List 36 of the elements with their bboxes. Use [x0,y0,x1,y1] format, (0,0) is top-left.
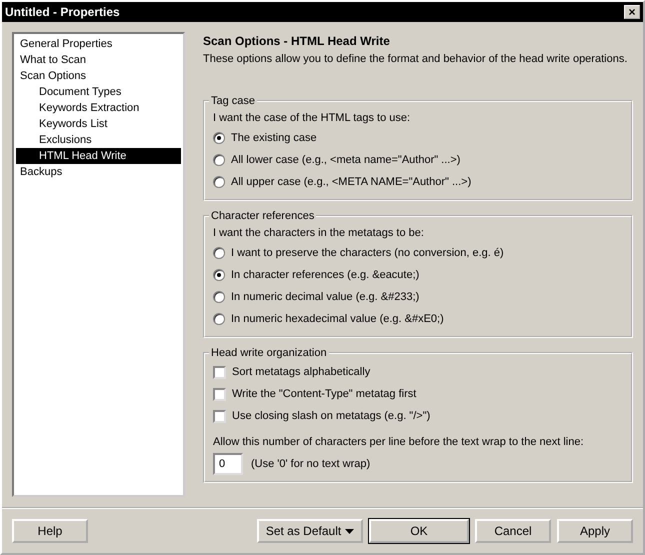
close-button[interactable]: × [624,5,640,19]
group-title: Tag case [210,95,256,107]
window-title: Untitled - Properties [5,5,120,19]
option-label[interactable]: In character references (e.g. &eacute;) [231,269,420,281]
help-button[interactable]: Help [12,519,88,543]
tree-item[interactable]: What to Scan [16,52,181,68]
tree-item[interactable]: HTML Head Write [16,148,181,164]
group-title: Character references [210,210,316,222]
page-description: These options allow you to define the format and behavior of the head write operations. [203,53,628,65]
input-field[interactable]: 0 [213,453,243,475]
option-label[interactable]: Sort metatags alphabetically [232,366,370,378]
option-label[interactable]: Write the "Content-Type" metatag first [232,388,416,400]
tree-item[interactable]: General Properties [16,36,181,52]
tree-item[interactable]: Document Types [16,84,181,100]
option-label[interactable]: I want to preserve the characters (no conversion, e.g. é) [231,247,504,259]
option-label[interactable]: Use closing slash on metatags (e.g. "/>") [232,410,430,422]
group-prompt: I want the case of the HTML tags to use: [213,111,412,126]
tree-item[interactable]: Backups [16,164,181,180]
apply-button[interactable]: Apply [557,519,633,543]
group-prompt: I want the characters in the metatags to be: [213,226,425,241]
option-label[interactable]: The existing case [231,132,317,144]
input-hint: (Use '0' for no text wrap) [251,458,370,470]
option-label[interactable]: All lower case (e.g., <meta name="Author" ...>) [231,154,460,166]
group-title: Head write organization [210,347,328,359]
tree-item[interactable]: Keywords List [16,116,181,132]
tree-item[interactable]: Scan Options [16,68,181,84]
cancel-button[interactable]: Cancel [475,519,551,543]
option-label[interactable]: In numeric hexadecimal value (e.g. &#xE0;) [231,313,444,325]
tree-item[interactable]: Keywords Extraction [16,100,181,116]
ok-button[interactable]: OK [369,519,469,543]
wrap-label: Allow this number of characters per line before the text wrap to the next line: [213,435,585,450]
page-heading: Scan Options - HTML Head Write [203,34,391,48]
set-default-button[interactable]: Set as Default [257,519,363,543]
option-label[interactable]: In numeric decimal value (e.g. &#233;) [231,291,420,303]
option-label[interactable]: All upper case (e.g., <META NAME="Author" ...>) [231,176,472,188]
tree-item[interactable]: Exclusions [16,132,181,148]
